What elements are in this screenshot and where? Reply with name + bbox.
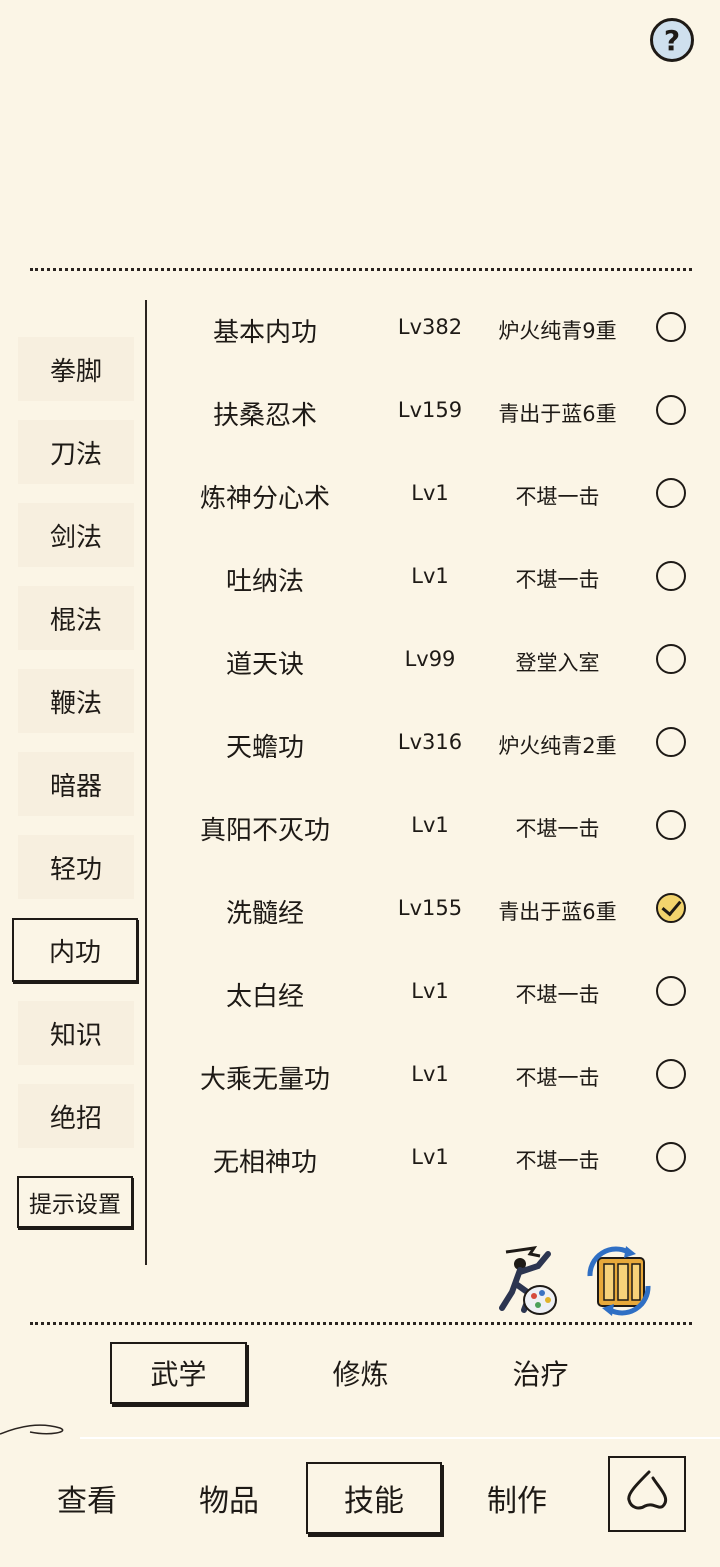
- skill-stage: 不堪一击: [515, 817, 600, 841]
- skill-stage: 不堪一击: [515, 983, 600, 1007]
- scroll-swap-icon[interactable]: [582, 1246, 656, 1316]
- skill-level: Lv316: [397, 730, 463, 754]
- top-divider: [30, 268, 692, 271]
- skill-radio-checked[interactable]: [656, 893, 686, 923]
- category-tab[interactable]: 知识: [18, 1001, 134, 1065]
- category-tab[interactable]: 棍法: [18, 586, 134, 650]
- skill-name: 道天诀: [225, 650, 304, 680]
- category-tab[interactable]: 内功: [12, 918, 138, 982]
- skill-stage: 登堂入室: [515, 651, 600, 675]
- skill-radio[interactable]: [656, 395, 686, 425]
- skill-row[interactable]: 基本内功 Lv382 炉火纯青9重: [150, 296, 710, 360]
- skill-name: 天蟾功: [225, 733, 304, 763]
- skill-level: Lv1: [411, 1062, 449, 1086]
- skill-name: 吐纳法: [225, 567, 304, 597]
- nav-items[interactable]: 物品: [170, 1462, 288, 1534]
- skill-radio[interactable]: [656, 810, 686, 840]
- back-button[interactable]: [608, 1456, 686, 1532]
- skill-stage: 青出于蓝6重: [498, 402, 617, 426]
- back-arrow-icon: [627, 1470, 668, 1510]
- category-tab[interactable]: 拳脚: [18, 337, 134, 401]
- skill-stage: 不堪一击: [515, 1066, 600, 1090]
- skill-radio[interactable]: [656, 478, 686, 508]
- bottom-divider: [30, 1322, 692, 1325]
- skill-radio[interactable]: [656, 561, 686, 591]
- skill-row[interactable]: 扶桑忍术 Lv159 青出于蓝6重: [150, 379, 710, 443]
- skill-row[interactable]: 真阳不灭功 Lv1 不堪一击: [150, 794, 710, 858]
- category-tab[interactable]: 剑法: [18, 503, 134, 567]
- skill-level: Lv1: [411, 813, 449, 837]
- skill-row[interactable]: 天蟾功 Lv316 炉火纯青2重: [150, 711, 710, 775]
- category-tab[interactable]: 刀法: [18, 420, 134, 484]
- skill-radio[interactable]: [656, 312, 686, 342]
- skill-name: 真阳不灭功: [199, 816, 330, 846]
- skill-row[interactable]: 洗髓经 Lv155 青出于蓝6重: [150, 877, 710, 941]
- hint-settings-button[interactable]: 提示设置: [17, 1176, 133, 1228]
- brush-separator: [0, 1424, 720, 1439]
- category-tab[interactable]: 鞭法: [18, 669, 134, 733]
- nav-craft[interactable]: 制作: [458, 1462, 576, 1534]
- subtab-heal[interactable]: 治疗: [472, 1342, 609, 1404]
- category-tab[interactable]: 绝招: [18, 1084, 134, 1148]
- skill-name: 无相神功: [212, 1148, 317, 1178]
- help-button[interactable]: ?: [650, 18, 694, 62]
- skill-level: Lv1: [411, 979, 449, 1003]
- skill-radio[interactable]: [656, 976, 686, 1006]
- martial-artist-palette-icon[interactable]: [494, 1244, 562, 1318]
- skill-level: Lv99: [404, 647, 456, 671]
- skill-level: Lv382: [397, 315, 463, 339]
- subtab-cultivate[interactable]: 修炼: [292, 1342, 429, 1404]
- skill-level: Lv1: [411, 481, 449, 505]
- skill-name: 基本内功: [212, 318, 317, 348]
- skill-stage: 青出于蓝6重: [498, 900, 617, 924]
- skill-name: 洗髓经: [225, 899, 304, 929]
- skill-stage: 不堪一击: [515, 485, 600, 509]
- skill-stage: 不堪一击: [515, 1149, 600, 1173]
- skill-radio[interactable]: [656, 1059, 686, 1089]
- skill-row[interactable]: 无相神功 Lv1 不堪一击: [150, 1126, 710, 1190]
- skill-radio[interactable]: [656, 644, 686, 674]
- skill-name: 炼神分心术: [199, 484, 330, 514]
- skill-row[interactable]: 道天诀 Lv99 登堂入室: [150, 628, 710, 692]
- skill-name: 扶桑忍术: [212, 401, 317, 431]
- skill-name: 大乘无量功: [199, 1065, 330, 1095]
- skill-stage: 不堪一击: [515, 568, 600, 592]
- nav-skills[interactable]: 技能: [306, 1462, 442, 1534]
- skill-stage: 炉火纯青2重: [498, 734, 617, 758]
- skill-row[interactable]: 炼神分心术 Lv1 不堪一击: [150, 462, 710, 526]
- subtab-martial[interactable]: 武学: [110, 1342, 247, 1404]
- skill-name: 太白经: [225, 982, 304, 1012]
- skill-stage: 炉火纯青9重: [498, 319, 617, 343]
- category-tab[interactable]: 轻功: [18, 835, 134, 899]
- nav-view[interactable]: 查看: [28, 1462, 146, 1534]
- skill-level: Lv159: [397, 398, 463, 422]
- skill-row[interactable]: 太白经 Lv1 不堪一击: [150, 960, 710, 1024]
- skill-row[interactable]: 吐纳法 Lv1 不堪一击: [150, 545, 710, 609]
- skill-row[interactable]: 大乘无量功 Lv1 不堪一击: [150, 1043, 710, 1107]
- skill-radio[interactable]: [656, 1142, 686, 1172]
- skill-level: Lv1: [411, 564, 449, 588]
- category-tab[interactable]: 暗器: [18, 752, 134, 816]
- skill-level: Lv155: [397, 896, 463, 920]
- skill-radio[interactable]: [656, 727, 686, 757]
- question-icon: ?: [663, 23, 681, 57]
- category-divider: [145, 300, 147, 1265]
- skill-level: Lv1: [411, 1145, 449, 1169]
